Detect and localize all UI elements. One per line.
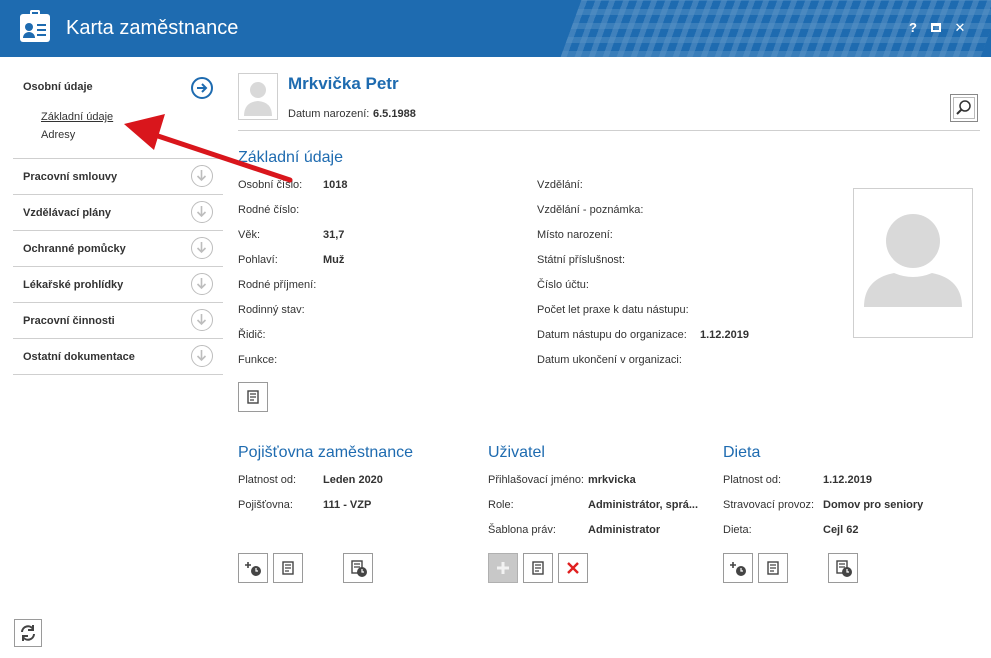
chevron-down-icon[interactable] [191,345,213,367]
edit-icon [282,561,294,575]
section-title-user: Uživatel [488,444,545,461]
refresh-icon [21,625,35,641]
help-button[interactable]: ? [905,20,921,36]
edit-insurance-button[interactable] [273,553,303,583]
divider [238,130,980,131]
chevron-down-icon[interactable] [191,201,213,223]
sidebar-item-label: Ostatní dokumentace [23,351,135,363]
maximize-icon [931,23,941,32]
refresh-button[interactable] [14,619,42,647]
window-title: Karta zaměstnance [66,17,239,39]
field-value: 1.12.2019 [700,329,749,341]
history-icon [836,560,852,577]
edit-icon [532,561,544,575]
field-label: Vzdělání - poznámka: [537,204,644,216]
chevron-down-icon[interactable] [191,273,213,295]
history-icon [351,560,367,577]
field-label: Stravovací provoz: [723,499,815,511]
add-history-icon [245,562,261,576]
field-label: Pohlaví: [238,254,278,266]
field-label: Rodné číslo: [238,204,300,216]
sidebar-subitem-addresses[interactable]: Adresy [41,129,75,141]
field-label: Platnost od: [238,474,297,486]
sidebar-item-label: Vzdělávací plány [23,207,112,219]
sidebar-item-other-docs[interactable]: Ostatní dokumentace [13,339,223,375]
annotation-arrow-icon [124,114,293,183]
sidebar-item-label: Pracovní činnosti [23,315,115,327]
field-label: Datum ukončení v organizaci: [537,354,682,366]
search-icon [956,100,971,115]
field-label: Platnost od: [723,474,782,486]
dob-label: Datum narození: [288,108,370,120]
sidebar-item-medical-exams[interactable]: Lékařské prohlídky [13,267,223,303]
sidebar-item-label: Lékařské prohlídky [23,279,124,291]
field-value: Administrátor, sprá... [588,499,699,511]
field-label: Role: [488,499,514,511]
field-value: Leden 2020 [323,474,383,486]
arrow-right-icon[interactable] [191,77,213,99]
field-label: Státní příslušnost: [537,254,626,266]
field-label: Datum nástupu do organizace: [537,329,687,341]
search-button[interactable] [950,94,978,122]
sidebar-item-label: Ochranné pomůcky [23,243,126,255]
field-label: Místo narození: [537,229,613,241]
delete-user-button[interactable] [558,553,588,583]
field-value: 1018 [323,179,348,191]
field-value: mrkvicka [588,474,636,486]
title-bar: Karta zaměstnance ? ✕ [0,0,991,57]
section-title-insurance: Pojišťovna zaměstnance [238,444,413,461]
employee-photo [853,188,973,338]
employee-card-icon [20,10,50,42]
field-label: Věk: [238,229,261,241]
field-label: Počet let praxe k datu nástupu: [537,304,689,316]
dob-value: 6.5.1988 [373,108,416,120]
edit-basic-button[interactable] [238,382,268,412]
add-history-icon [730,562,746,576]
edit-icon [247,390,259,404]
title-bar-pattern [560,0,991,57]
edit-icon [767,561,779,575]
history-diet-button[interactable] [828,553,858,583]
delete-icon [567,562,579,574]
sidebar-item-work-activities[interactable]: Pracovní činnosti [13,303,223,339]
field-label: Rodinný stav: [238,304,305,316]
field-value: Cejl 62 [823,524,859,536]
field-value: Administrator [588,524,661,536]
field-value: Domov pro seniory [823,499,924,511]
sidebar-item-education-plans[interactable]: Vzdělávací plány [13,195,223,231]
plus-icon [497,562,509,574]
field-label: Šablona práv: [488,524,556,536]
close-button[interactable]: ✕ [952,20,968,36]
field-value: 31,7 [323,229,345,241]
edit-diet-button[interactable] [758,553,788,583]
employee-name: Mrkvička Petr [288,74,399,93]
maximize-button[interactable] [928,20,944,36]
history-insurance-button[interactable] [343,553,373,583]
field-label: Číslo účtu: [537,279,589,291]
field-label: Vzdělání: [537,179,583,191]
field-value: 1.12.2019 [823,474,872,486]
field-label: Funkce: [238,354,278,366]
section-title-diet: Dieta [723,444,761,461]
chevron-down-icon[interactable] [191,237,213,259]
sidebar-section-label: Osobní údaje [23,81,93,93]
chevron-down-icon[interactable] [191,309,213,331]
field-label: Přihlašovací jméno: [488,474,584,486]
sidebar-item-protective-equipment[interactable]: Ochranné pomůcky [13,231,223,267]
sidebar-subitem-basic[interactable]: Základní údaje [41,111,113,123]
add-history-button[interactable] [238,553,268,583]
field-label: Dieta: [723,524,752,536]
field-label: Rodné příjmení: [238,279,317,291]
field-value: Muž [323,254,345,266]
sidebar-item-label: Pracovní smlouvy [23,171,118,183]
field-label: Řidič: [238,329,266,341]
field-value: 111 - VZP [323,499,372,511]
field-label: Pojišťovna: [238,499,293,511]
add-user-button[interactable] [488,553,518,583]
add-diet-history-button[interactable] [723,553,753,583]
edit-user-button[interactable] [523,553,553,583]
